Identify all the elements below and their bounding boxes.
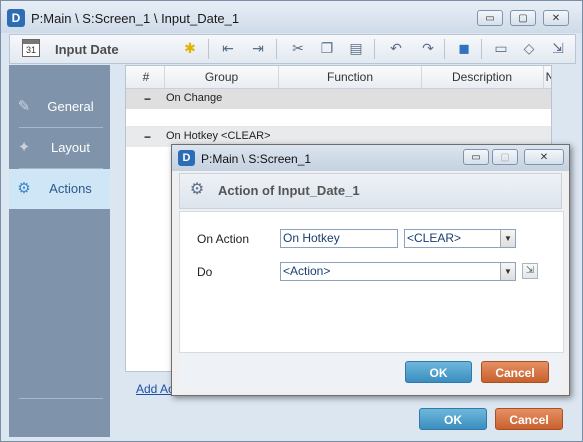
hotkey-value: <CLEAR> (407, 231, 462, 245)
copy-icon[interactable]: ❐ (317, 39, 337, 57)
sidebar-item-label: Layout (50, 140, 91, 155)
column-number: # (142, 70, 150, 84)
on-action-field[interactable]: On Hotkey (280, 229, 398, 248)
toolbar-divider (276, 39, 277, 59)
sidebar-item-general[interactable]: ✎ General (9, 87, 110, 127)
chevron-down-icon[interactable]: ▼ (500, 230, 515, 247)
app-logo-icon: D (178, 150, 195, 166)
toolbar-divider (374, 39, 375, 59)
dialog-header-title: Action of Input_Date_1 (218, 183, 360, 198)
comment-icon[interactable]: ◼ (454, 39, 474, 57)
sidebar-item-actions[interactable]: ⚙ Actions (9, 169, 110, 209)
column-function: Function (326, 70, 374, 84)
dialog-title: P:Main \ S:Screen_1 (201, 152, 312, 166)
hotkey-dropdown[interactable]: <CLEAR> ▼ (404, 229, 516, 248)
sidebar-item-layout[interactable]: ✦ Layout (9, 128, 110, 168)
column-n: N (545, 70, 551, 84)
calendar-icon: 31 (22, 39, 40, 57)
dialog-minimize-button[interactable]: ▭ (463, 149, 489, 165)
edit-action-icon[interactable]: ⇲ (522, 263, 538, 279)
group-label: On Hotkey <CLEAR> (166, 130, 271, 142)
tag-icon[interactable]: ◇ (519, 39, 539, 57)
window-titlebar[interactable]: D P:Main \ S:Screen_1 \ Input_Date_1 ▭ ▢… (1, 1, 582, 33)
indent-icon[interactable]: ⇥ (248, 39, 268, 57)
add-action-link[interactable]: Add Ac (136, 382, 174, 396)
toolbar: 31 Input Date ✱ ⇤ ⇥ ✂ ❐ ▤ ↶ ↷ ◼ ▭ ◇ ⇲ (9, 34, 576, 64)
dialog-close-button[interactable]: ✕ (524, 149, 564, 165)
ok-button[interactable]: OK (419, 408, 487, 430)
window-title: P:Main \ S:Screen_1 \ Input_Date_1 (31, 11, 240, 26)
gear-icon: ⚙ (189, 181, 205, 198)
minimize-button[interactable]: ▭ (477, 10, 503, 26)
sidebar: ✎ General ✦ Layout ⚙ Actions (9, 65, 110, 437)
on-action-label: On Action (197, 232, 250, 246)
dialog-titlebar[interactable]: D P:Main \ S:Screen_1 ▭ ▢ ✕ (172, 145, 569, 171)
sidebar-item-label: Actions (49, 181, 92, 196)
toolbar-divider (481, 39, 482, 59)
restore-button[interactable]: ▢ (510, 10, 536, 26)
dialog-footer: OK Cancel (179, 354, 562, 390)
do-value: <Action> (283, 264, 331, 278)
toolbar-divider (208, 39, 209, 59)
action-dialog: D P:Main \ S:Screen_1 ▭ ▢ ✕ ⚙ Action of … (171, 144, 570, 396)
column-divider (543, 66, 544, 88)
paste-icon[interactable]: ▤ (346, 39, 366, 57)
outdent-icon[interactable]: ⇤ (218, 39, 238, 57)
close-button[interactable]: ✕ (543, 10, 569, 26)
toolbar-divider (444, 39, 445, 59)
arrow-out-icon[interactable]: ⇲ (548, 39, 568, 57)
undo-icon[interactable]: ↶ (386, 39, 406, 57)
collapse-icon[interactable]: − (144, 92, 151, 106)
dialog-cancel-button[interactable]: Cancel (481, 361, 549, 383)
lightbulb-icon[interactable]: ✱ (180, 39, 200, 57)
group-row-on-change[interactable]: − On Change (126, 89, 551, 109)
dialog-restore-button[interactable]: ▢ (492, 149, 518, 165)
redo-icon[interactable]: ↷ (418, 39, 438, 57)
chevron-down-icon[interactable]: ▼ (500, 263, 515, 280)
collapse-icon[interactable]: − (144, 130, 151, 144)
do-dropdown[interactable]: <Action> ▼ (280, 262, 516, 281)
dialog-ok-button[interactable]: OK (405, 361, 472, 383)
app-logo-icon: D (7, 9, 25, 27)
sidebar-divider (19, 398, 103, 399)
group-label: On Change (166, 92, 223, 104)
column-group: Group (204, 70, 239, 84)
speech-icon[interactable]: ▭ (491, 39, 511, 57)
cut-icon[interactable]: ✂ (288, 39, 308, 57)
cancel-button[interactable]: Cancel (495, 408, 563, 430)
column-description: Description (451, 70, 513, 84)
dialog-header: ⚙ Action of Input_Date_1 (179, 173, 562, 209)
sidebar-item-label: General (47, 99, 94, 114)
grid-header: # Group Function Description N (126, 66, 551, 89)
dialog-body: On Action On Hotkey <CLEAR> ▼ Do <Action… (179, 211, 564, 353)
do-label: Do (197, 265, 213, 279)
control-type-title: Input Date (55, 42, 119, 57)
